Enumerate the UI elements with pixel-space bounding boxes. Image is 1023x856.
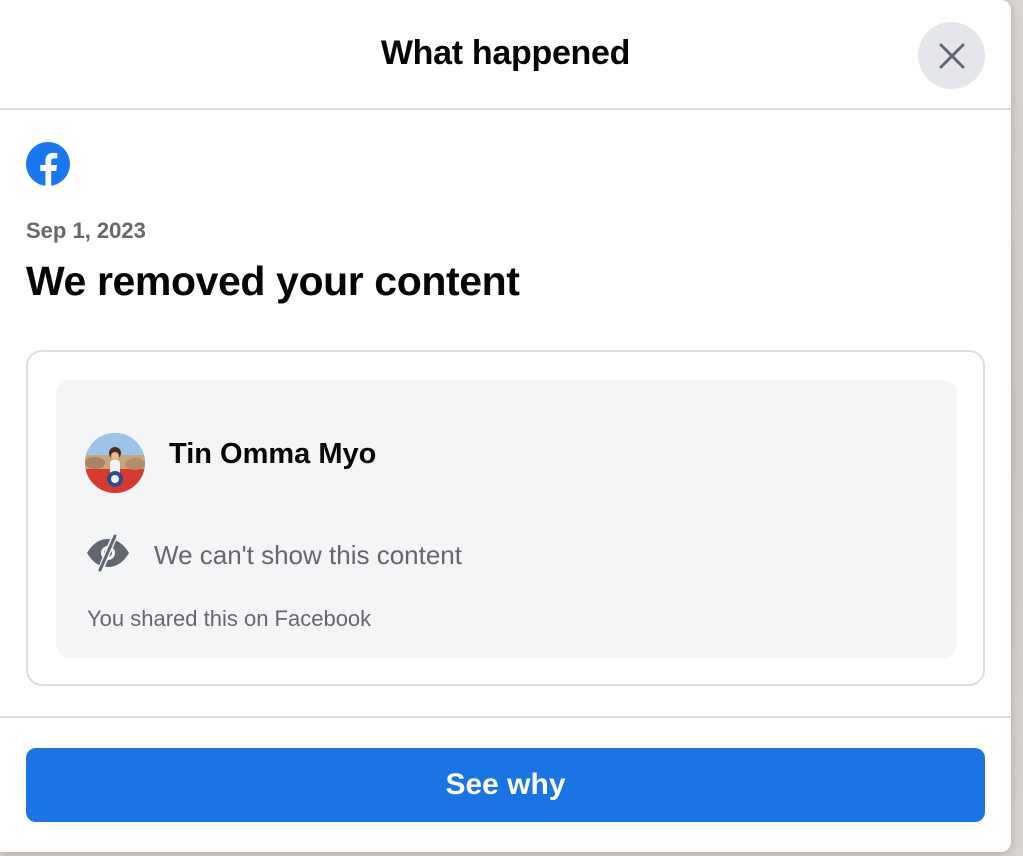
see-why-button[interactable]: See why bbox=[26, 748, 985, 822]
facebook-logo-icon bbox=[26, 142, 70, 186]
author-name[interactable]: Tin Omma Myo bbox=[169, 438, 376, 471]
notice-date: Sep 1, 2023 bbox=[26, 218, 146, 243]
eye-slash-icon bbox=[87, 534, 129, 572]
content-card: Tin Omma Myo We can't show this content … bbox=[26, 350, 985, 686]
what-happened-dialog: What happened Sep 1, 2023 We removed you… bbox=[0, 0, 1011, 852]
hidden-content-message: We can't show this content bbox=[154, 540, 462, 570]
footer-divider bbox=[0, 716, 1011, 718]
author-avatar[interactable] bbox=[85, 433, 145, 493]
avatar-photo bbox=[85, 433, 145, 493]
dialog-title: What happened bbox=[380, 34, 631, 72]
notice-heading: We removed your content bbox=[26, 258, 520, 304]
close-icon bbox=[939, 43, 964, 68]
dialog-header: What happened bbox=[0, 0, 1011, 110]
close-button[interactable] bbox=[918, 22, 985, 89]
content-preview: Tin Omma Myo We can't show this content … bbox=[56, 380, 957, 658]
shared-note: You shared this on Facebook bbox=[87, 606, 372, 631]
